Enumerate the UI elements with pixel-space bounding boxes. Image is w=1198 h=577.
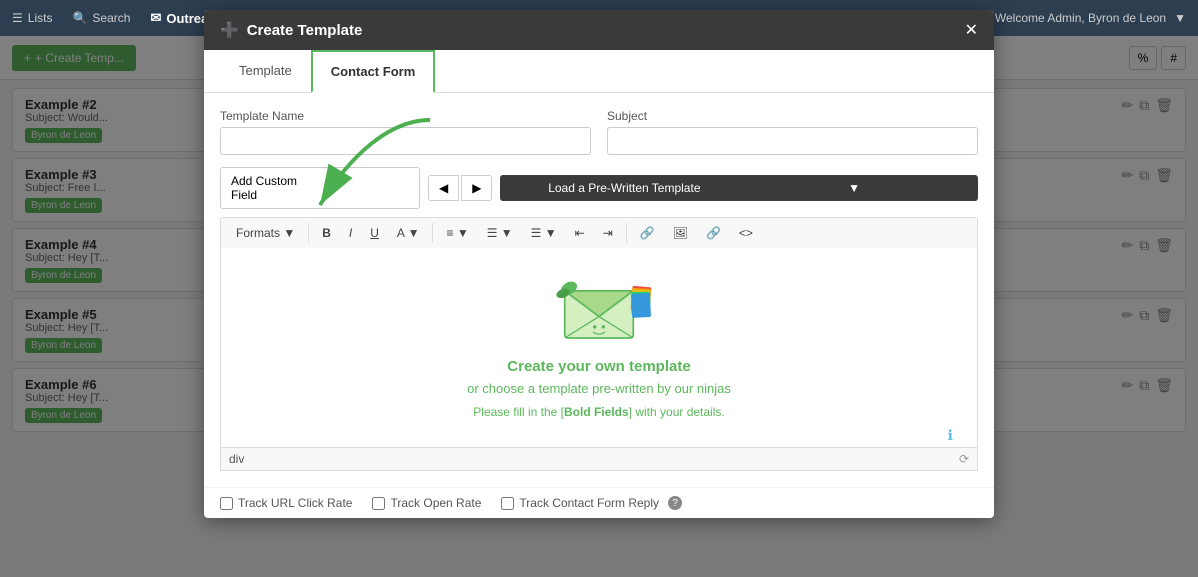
- editor-note: Please fill in the [Bold Fields] with yo…: [473, 405, 724, 419]
- toolbar-separator: [626, 223, 627, 243]
- url-button[interactable]: 🔗: [699, 222, 728, 244]
- modal-header: ➕ Create Template ✕: [204, 10, 994, 50]
- modal-form: Template Name Subject Add Custom Field ▼…: [204, 93, 994, 487]
- nav-prev-button[interactable]: ◀: [428, 175, 459, 201]
- tab-contact-form[interactable]: Contact Form: [311, 50, 436, 93]
- editor-toolbar: Formats ▼ B I U A ▼ ≡ ▼ ☰ ▼ ☰ ▼ ⇤ ⇥ 🔗 🖼 …: [220, 217, 978, 248]
- nav-next-button[interactable]: ▶: [461, 175, 492, 201]
- dropdown-arrow-icon: ▼: [323, 181, 409, 195]
- envelope-svg: [539, 268, 659, 348]
- resize-handle[interactable]: ⟳: [959, 452, 969, 466]
- modal-tabs: Template Contact Form: [204, 50, 994, 93]
- editor-code-bar: div ⟳: [220, 448, 978, 471]
- editor-heading: Create your own template: [241, 358, 957, 375]
- formats-button[interactable]: Formats ▼: [229, 222, 302, 244]
- editor-subheading: or choose a template pre-written by our …: [241, 381, 957, 396]
- link-button[interactable]: 🔗: [633, 222, 662, 244]
- track-contact-label: Track Contact Form Reply: [519, 496, 659, 510]
- track-url-checkbox[interactable]: [220, 497, 233, 510]
- custom-field-label: Add Custom Field: [231, 174, 317, 202]
- formats-dropdown-icon: ▼: [283, 226, 295, 240]
- template-name-input[interactable]: [220, 127, 591, 155]
- font-color-button[interactable]: A ▼: [390, 222, 427, 244]
- create-template-modal: ➕ Create Template ✕ Template Contact For…: [204, 10, 994, 518]
- image-button[interactable]: 🖼: [666, 222, 695, 244]
- modal-title-text: Create Template: [247, 22, 363, 39]
- modal-title: ➕ Create Template: [220, 21, 362, 39]
- subject-input[interactable]: [607, 127, 978, 155]
- info-icon: ℹ: [948, 427, 953, 444]
- bold-button[interactable]: B: [315, 222, 338, 244]
- modal-title-icon: ➕: [220, 21, 239, 39]
- prewritten-label: Load a Pre-Written Template: [512, 181, 736, 195]
- mail-icon: ✉: [150, 10, 161, 26]
- track-open-label: Track Open Rate: [390, 496, 481, 510]
- track-url-checkbox-label[interactable]: Track URL Click Rate: [220, 496, 352, 510]
- underline-button[interactable]: U: [363, 222, 386, 244]
- indent-left-button[interactable]: ⇤: [568, 222, 592, 244]
- subject-label: Subject: [607, 109, 978, 123]
- track-url-label: Track URL Click Rate: [238, 496, 352, 510]
- prewritten-dropdown-icon: ▼: [742, 181, 966, 195]
- name-subject-row: Template Name Subject: [220, 109, 978, 155]
- welcome-text: Welcome Admin, Byron de Leon: [995, 11, 1166, 25]
- help-icon: ?: [668, 496, 682, 510]
- modal-body: Template Contact Form Template Name Subj…: [204, 50, 994, 518]
- toolbar-separator: [432, 223, 433, 243]
- indent-right-button[interactable]: ⇥: [596, 222, 620, 244]
- track-open-checkbox-label[interactable]: Track Open Rate: [372, 496, 481, 510]
- modal-footer: Track URL Click Rate Track Open Rate Tra…: [204, 487, 994, 518]
- track-contact-checkbox-label[interactable]: Track Contact Form Reply ?: [501, 496, 682, 510]
- template-name-label: Template Name: [220, 109, 591, 123]
- track-open-checkbox[interactable]: [372, 497, 385, 510]
- dropdown-icon: ▼: [1174, 11, 1186, 25]
- track-contact-checkbox[interactable]: [501, 497, 514, 510]
- editor-content-area[interactable]: Create your own template or choose a tem…: [220, 248, 978, 448]
- italic-button[interactable]: I: [342, 222, 359, 244]
- custom-field-row: Add Custom Field ▼ ◀ ▶ Load a Pre-Writte…: [220, 167, 978, 209]
- code-bar-text: div: [229, 452, 244, 466]
- ol-list-button[interactable]: ☰ ▼: [524, 222, 564, 244]
- subject-group: Subject: [607, 109, 978, 155]
- search-label: Search: [92, 11, 130, 25]
- lists-nav[interactable]: ☰ Lists: [12, 11, 52, 25]
- list-icon: ☰: [12, 11, 23, 25]
- envelope-graphic: [241, 268, 957, 348]
- prewritten-template-button[interactable]: Load a Pre-Written Template ▼: [500, 175, 978, 201]
- code-button[interactable]: <>: [732, 222, 760, 244]
- search-nav[interactable]: 🔍 Search: [72, 11, 130, 25]
- tab-template[interactable]: Template: [220, 50, 311, 93]
- nav-buttons: ◀ ▶: [428, 175, 492, 201]
- toolbar-separator: [308, 223, 309, 243]
- modal-close-button[interactable]: ✕: [965, 20, 978, 40]
- ul-list-button[interactable]: ☰ ▼: [480, 222, 520, 244]
- custom-field-dropdown[interactable]: Add Custom Field ▼: [220, 167, 420, 209]
- search-icon: 🔍: [72, 11, 87, 25]
- template-name-group: Template Name: [220, 109, 591, 155]
- lists-label: Lists: [28, 11, 53, 25]
- align-button[interactable]: ≡ ▼: [439, 222, 475, 244]
- navbar-right: Welcome Admin, Byron de Leon ▼: [995, 11, 1186, 25]
